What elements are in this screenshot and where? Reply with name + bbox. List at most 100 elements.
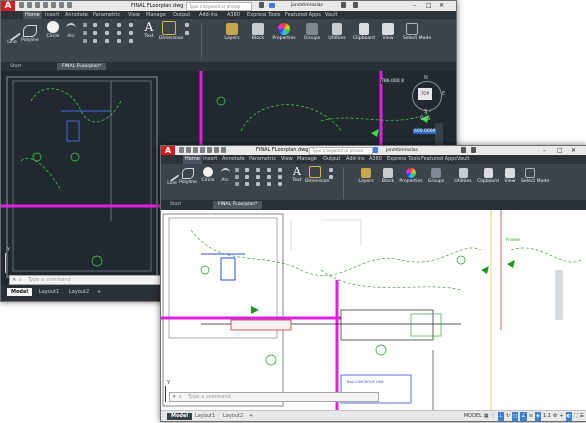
stretch-icon[interactable] <box>93 39 97 43</box>
fullscreen-icon[interactable]: ⛶ <box>574 412 578 421</box>
explode-icon[interactable] <box>278 175 282 179</box>
minimize-button[interactable]: – <box>543 146 546 155</box>
autocad-logo[interactable]: A <box>161 146 175 155</box>
select-mode-tool[interactable]: Select Mode <box>403 23 431 41</box>
explode-icon[interactable] <box>129 31 133 35</box>
osnap-icon[interactable]: ◻ <box>512 412 519 421</box>
tab-view[interactable]: View <box>281 155 293 164</box>
offset-icon[interactable] <box>278 182 282 186</box>
tab-insert[interactable]: Insert <box>203 155 217 164</box>
tab-a360[interactable]: A360 <box>369 155 382 164</box>
text-tool[interactable]: A Text <box>143 21 155 39</box>
scale-icon[interactable] <box>105 39 109 43</box>
block-tool[interactable]: Block <box>251 23 265 41</box>
rotate-icon[interactable] <box>256 168 260 172</box>
tab-manage[interactable]: Manage <box>146 11 166 19</box>
compass-south[interactable]: S <box>424 109 427 115</box>
polyline-tool[interactable]: Polyline <box>21 25 39 43</box>
model-space-button[interactable]: MODEL <box>464 412 482 421</box>
circle-tool[interactable]: Circle <box>201 167 215 183</box>
exchange-icon[interactable] <box>341 2 346 8</box>
user-name[interactable]: jonmtimroslas <box>291 1 323 11</box>
search-input[interactable]: Type a keyword or phrase <box>309 147 373 155</box>
tab-view[interactable]: View <box>128 11 140 19</box>
save-as-icon[interactable] <box>200 147 205 153</box>
select-mode-tool[interactable]: Select Mode <box>521 168 549 184</box>
snap-icon[interactable]: ⋮ <box>491 412 496 421</box>
annotation-scale[interactable]: 1:1 <box>543 412 551 421</box>
redo-icon[interactable] <box>221 147 226 153</box>
erase-icon[interactable] <box>278 168 282 172</box>
dimension-tool[interactable]: Dimension <box>305 166 329 184</box>
tab-annotate[interactable]: Annotate <box>222 155 245 164</box>
add-layout-icon[interactable]: + <box>93 288 105 296</box>
grid-icon[interactable]: ▦ <box>484 412 489 421</box>
view-tool[interactable]: View <box>381 23 395 41</box>
erase-icon[interactable] <box>129 23 133 27</box>
leader-icon[interactable] <box>185 31 189 35</box>
view-tool[interactable]: View <box>503 168 517 184</box>
layout-tab-1[interactable]: Layout1 <box>35 288 63 296</box>
clipboard-tool[interactable]: Clipboard <box>477 168 499 184</box>
tab-home[interactable]: Home <box>183 155 202 164</box>
trim-icon[interactable] <box>267 168 271 172</box>
arc-tool[interactable]: Arc <box>65 23 77 39</box>
block-tool[interactable]: Block <box>381 168 395 184</box>
save-icon[interactable] <box>193 147 198 153</box>
doc-tab-start[interactable]: Start <box>165 201 186 209</box>
redo-icon[interactable] <box>67 2 72 8</box>
customize-menu-icon[interactable]: ☰ <box>580 412 584 421</box>
utilities-tool[interactable]: Utilities <box>453 168 473 184</box>
properties-tool[interactable]: Properties <box>271 23 297 41</box>
clipboard-tool[interactable]: Clipboard <box>353 23 375 41</box>
save-as-icon[interactable] <box>43 2 48 8</box>
tab-featured-apps[interactable]: Featured Apps <box>285 11 321 19</box>
draw-rect-icon[interactable] <box>235 168 239 172</box>
stretch-icon[interactable] <box>245 182 249 186</box>
tab-home[interactable]: Home <box>23 11 42 19</box>
draw-rect-icon[interactable] <box>83 23 87 27</box>
plot-icon[interactable] <box>207 147 212 153</box>
drawing-canvas[interactable]: Frame BALCONY/ROOF LINE Y <box>161 210 586 410</box>
close-command-icon[interactable]: ✕ <box>172 393 176 401</box>
undo-icon[interactable] <box>59 2 64 8</box>
draw-gradient-icon[interactable] <box>235 182 239 186</box>
move-icon[interactable] <box>245 168 249 172</box>
search-input[interactable]: Type a keyword or phrase <box>186 2 252 11</box>
rotate-icon[interactable] <box>105 23 109 27</box>
minimize-button[interactable]: – <box>413 1 416 11</box>
offset-icon[interactable] <box>129 39 133 43</box>
polar-icon[interactable]: ↻ <box>506 412 510 421</box>
copy-icon[interactable] <box>245 175 249 179</box>
tab-express-tools[interactable]: Express Tools <box>247 11 280 19</box>
draw-gradient-icon[interactable] <box>83 39 87 43</box>
line-tool[interactable]: Line <box>3 22 21 45</box>
compass-north[interactable]: N <box>424 75 428 81</box>
layers-tool[interactable]: Layers <box>223 23 241 41</box>
tab-output[interactable]: Output <box>173 11 190 19</box>
scale-icon[interactable] <box>256 182 260 186</box>
new-file-icon[interactable] <box>179 147 184 153</box>
properties-tool[interactable]: Properties <box>399 168 423 184</box>
layout-tab-model[interactable]: Model <box>167 413 193 420</box>
open-file-icon[interactable] <box>186 147 191 153</box>
mirror-icon[interactable] <box>256 175 260 179</box>
isolate-icon[interactable]: ◐ <box>565 412 572 421</box>
maximize-button[interactable]: □ <box>426 1 432 11</box>
array-icon[interactable] <box>267 182 271 186</box>
navigation-bar[interactable] <box>555 270 563 320</box>
layout-tab-model[interactable]: Model <box>7 288 33 296</box>
compass-east[interactable]: E <box>442 91 445 97</box>
layers-tool[interactable]: Layers <box>357 168 375 184</box>
wcs-menu[interactable]: WCS <box>420 117 430 122</box>
exchange-icon[interactable] <box>461 147 466 153</box>
close-button[interactable]: ✕ <box>571 146 576 155</box>
lineweight-icon[interactable]: ≡ <box>529 412 533 421</box>
open-file-icon[interactable] <box>27 2 32 8</box>
tab-vault[interactable]: Vault <box>457 155 470 164</box>
workspace-gear-icon[interactable]: ⚙ <box>553 412 557 421</box>
undo-icon[interactable] <box>214 147 219 153</box>
ortho-icon[interactable]: ⊥ <box>497 412 504 421</box>
circle-tool[interactable]: Circle <box>45 21 61 39</box>
save-icon[interactable] <box>35 2 40 8</box>
